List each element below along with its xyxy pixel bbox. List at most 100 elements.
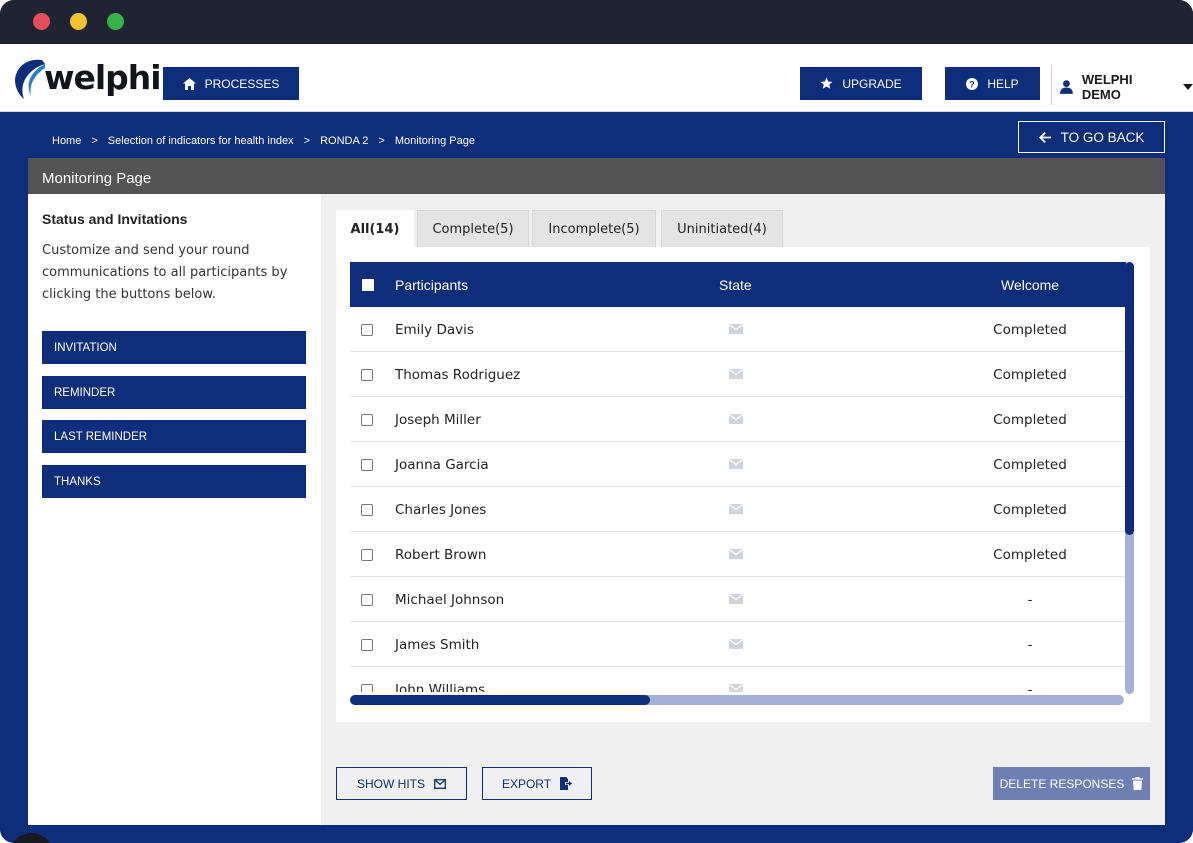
breadcrumb-round[interactable]: RONDA 2	[320, 135, 368, 147]
main-content: All(14) Complete(5) Incomplete(5) Uninit…	[321, 194, 1165, 825]
welcome-status: Completed	[993, 322, 1067, 338]
table-row[interactable]: Emily Davis Completed	[350, 307, 1126, 352]
envelope-icon[interactable]	[729, 549, 743, 559]
welcome-status: Completed	[993, 412, 1067, 428]
tab-uninitiated[interactable]: Uninitiated(4)	[661, 210, 783, 247]
row-checkbox[interactable]	[361, 324, 373, 336]
go-back-button[interactable]: TO GO BACK	[1018, 121, 1165, 153]
vertical-scrollbar-thumb[interactable]	[1125, 262, 1134, 535]
table-row[interactable]: Joanna Garcia Completed	[350, 442, 1126, 487]
envelope-icon[interactable]	[729, 594, 743, 604]
row-checkbox[interactable]	[361, 684, 373, 692]
floating-chat-button[interactable]	[9, 833, 54, 843]
breadcrumb-home[interactable]: Home	[52, 135, 81, 147]
breadcrumb-separator: >	[91, 135, 98, 147]
welcome-status: -	[1027, 682, 1033, 692]
home-icon	[182, 77, 196, 90]
row-checkbox[interactable]	[361, 414, 373, 426]
user-icon	[1060, 80, 1073, 94]
chevron-down-icon	[1183, 84, 1193, 90]
app-body: welphi PROCESSES UPGRADE ? HELP WELPHI D…	[0, 44, 1193, 843]
delete-responses-button[interactable]: DELETE RESPONSES	[993, 767, 1150, 800]
minimize-window-button[interactable]	[70, 13, 87, 30]
sidebar-description: Customize and send your round communicat…	[42, 243, 288, 302]
envelope-icon[interactable]	[729, 459, 743, 469]
last-reminder-button[interactable]: LAST REMINDER	[42, 420, 306, 453]
participant-name: Michael Johnson	[395, 592, 505, 608]
row-checkbox[interactable]	[361, 549, 373, 561]
row-checkbox[interactable]	[361, 594, 373, 606]
welcome-status: Completed	[993, 502, 1067, 518]
page-title: Monitoring Page	[28, 158, 1165, 194]
invitation-button[interactable]: INVITATION	[42, 331, 306, 364]
breadcrumb: Home > Selection of indicators for healt…	[52, 135, 475, 147]
table-row[interactable]: Robert Brown Completed	[350, 532, 1126, 577]
participant-name: Robert Brown	[395, 547, 487, 563]
star-icon	[820, 77, 833, 89]
tab-complete[interactable]: Complete(5)	[417, 210, 529, 247]
processes-label: PROCESSES	[204, 76, 280, 91]
table-row[interactable]: Michael Johnson -	[350, 577, 1126, 622]
help-button[interactable]: ? HELP	[945, 67, 1040, 100]
row-checkbox[interactable]	[361, 504, 373, 516]
upgrade-button[interactable]: UPGRADE	[800, 67, 922, 100]
column-participants[interactable]: Participants	[395, 277, 468, 293]
row-checkbox[interactable]	[361, 369, 373, 381]
table-header: Participants State Welcome	[350, 262, 1126, 307]
breadcrumb-separator: >	[378, 135, 385, 147]
table-body: Emily Davis Completed Thomas Rodriguez Comp…	[350, 307, 1126, 692]
export-label: EXPORT	[501, 776, 552, 791]
envelope-icon	[434, 778, 446, 789]
breadcrumb-project[interactable]: Selection of indicators for health index	[108, 135, 294, 147]
user-menu[interactable]: WELPHI DEMO	[1060, 72, 1193, 102]
export-button[interactable]: EXPORT	[482, 767, 592, 800]
welcome-status: Completed	[993, 367, 1067, 383]
select-all-checkbox[interactable]	[362, 279, 374, 291]
envelope-icon[interactable]	[729, 369, 743, 379]
table-row[interactable]: Charles Jones Completed	[350, 487, 1126, 532]
table-row[interactable]: John Williams -	[350, 667, 1126, 692]
row-checkbox[interactable]	[361, 639, 373, 651]
envelope-icon[interactable]	[729, 504, 743, 514]
welphi-logo[interactable]: welphi	[12, 56, 162, 102]
table-row[interactable]: Joseph Miller Completed	[350, 397, 1126, 442]
reminder-button[interactable]: REMINDER	[42, 376, 306, 409]
processes-button[interactable]: PROCESSES	[163, 67, 299, 100]
question-circle-icon: ?	[966, 77, 979, 90]
logo-text: welphi	[44, 58, 162, 97]
participant-name: John Williams	[395, 682, 486, 692]
user-name: WELPHI DEMO	[1081, 72, 1133, 102]
window-titlebar	[0, 0, 1193, 44]
welcome-status: Completed	[993, 547, 1067, 563]
maximize-window-button[interactable]	[107, 13, 124, 30]
sidebar-title: Status and Invitations	[42, 211, 188, 227]
table-row[interactable]: James Smith -	[350, 622, 1126, 667]
breadcrumb-separator: >	[303, 135, 311, 147]
welcome-status: Completed	[993, 457, 1067, 473]
go-back-label: TO GO BACK	[1060, 129, 1145, 145]
participant-name: Joanna Garcia	[395, 457, 489, 473]
participant-name: Thomas Rodriguez	[395, 367, 521, 383]
logo-swoosh-icon	[15, 59, 45, 99]
envelope-icon[interactable]	[729, 414, 743, 424]
app-window: welphi PROCESSES UPGRADE ? HELP WELPHI D…	[0, 0, 1193, 843]
envelope-icon[interactable]	[729, 324, 743, 334]
help-label: HELP	[987, 76, 1019, 91]
table-row[interactable]: Thomas Rodriguez Completed	[350, 352, 1126, 397]
sidebar: Status and Invitations Customize and sen…	[28, 194, 321, 825]
close-window-button[interactable]	[33, 13, 50, 30]
envelope-icon[interactable]	[729, 639, 743, 649]
delete-responses-label: DELETE RESPONSES	[999, 776, 1125, 791]
tab-incomplete[interactable]: Incomplete(5)	[532, 210, 656, 247]
thanks-button[interactable]: THANKS	[42, 465, 306, 498]
arrow-left-icon	[1038, 131, 1051, 143]
row-checkbox[interactable]	[361, 459, 373, 471]
file-export-icon	[560, 777, 573, 790]
envelope-icon[interactable]	[729, 684, 743, 692]
show-hits-button[interactable]: SHOW HITS	[336, 767, 467, 800]
tab-all[interactable]: All(14)	[336, 210, 414, 247]
nav-divider	[1051, 65, 1052, 105]
column-state[interactable]: State	[719, 277, 752, 293]
horizontal-scrollbar-thumb[interactable]	[350, 695, 650, 705]
column-welcome[interactable]: Welcome	[1001, 277, 1059, 293]
